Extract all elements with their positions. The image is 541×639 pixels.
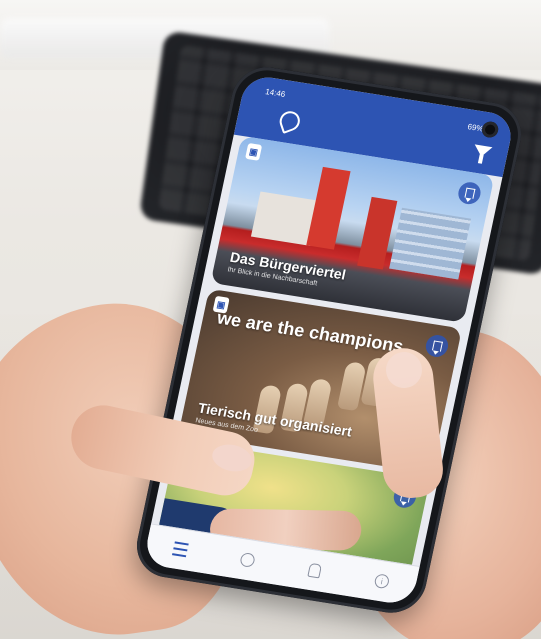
- compass-icon: [239, 552, 256, 568]
- app-logo: [277, 108, 303, 134]
- building: [389, 207, 472, 280]
- card-overlay-text: we are the champions: [215, 307, 406, 357]
- tag-icon: ▣: [245, 142, 263, 161]
- info-icon: i: [373, 573, 391, 590]
- front-camera: [480, 120, 500, 139]
- bookmark-icon[interactable]: [456, 180, 483, 206]
- photo-scene: 14:46 69% ▮ ▣ Das Bürgerviertel Ihr Blic…: [0, 0, 541, 639]
- tab-menu[interactable]: [162, 532, 198, 566]
- tab-info[interactable]: i: [364, 564, 400, 598]
- user-icon: [307, 562, 323, 579]
- filter-icon[interactable]: [472, 144, 493, 158]
- logo-icon: [277, 108, 303, 134]
- bookmark-icon[interactable]: [423, 333, 451, 359]
- meerkat: [336, 361, 367, 412]
- menu-icon: [171, 541, 189, 558]
- status-time: 14:46: [264, 87, 287, 100]
- tab-profile[interactable]: [297, 554, 333, 588]
- tab-explore[interactable]: [230, 543, 266, 577]
